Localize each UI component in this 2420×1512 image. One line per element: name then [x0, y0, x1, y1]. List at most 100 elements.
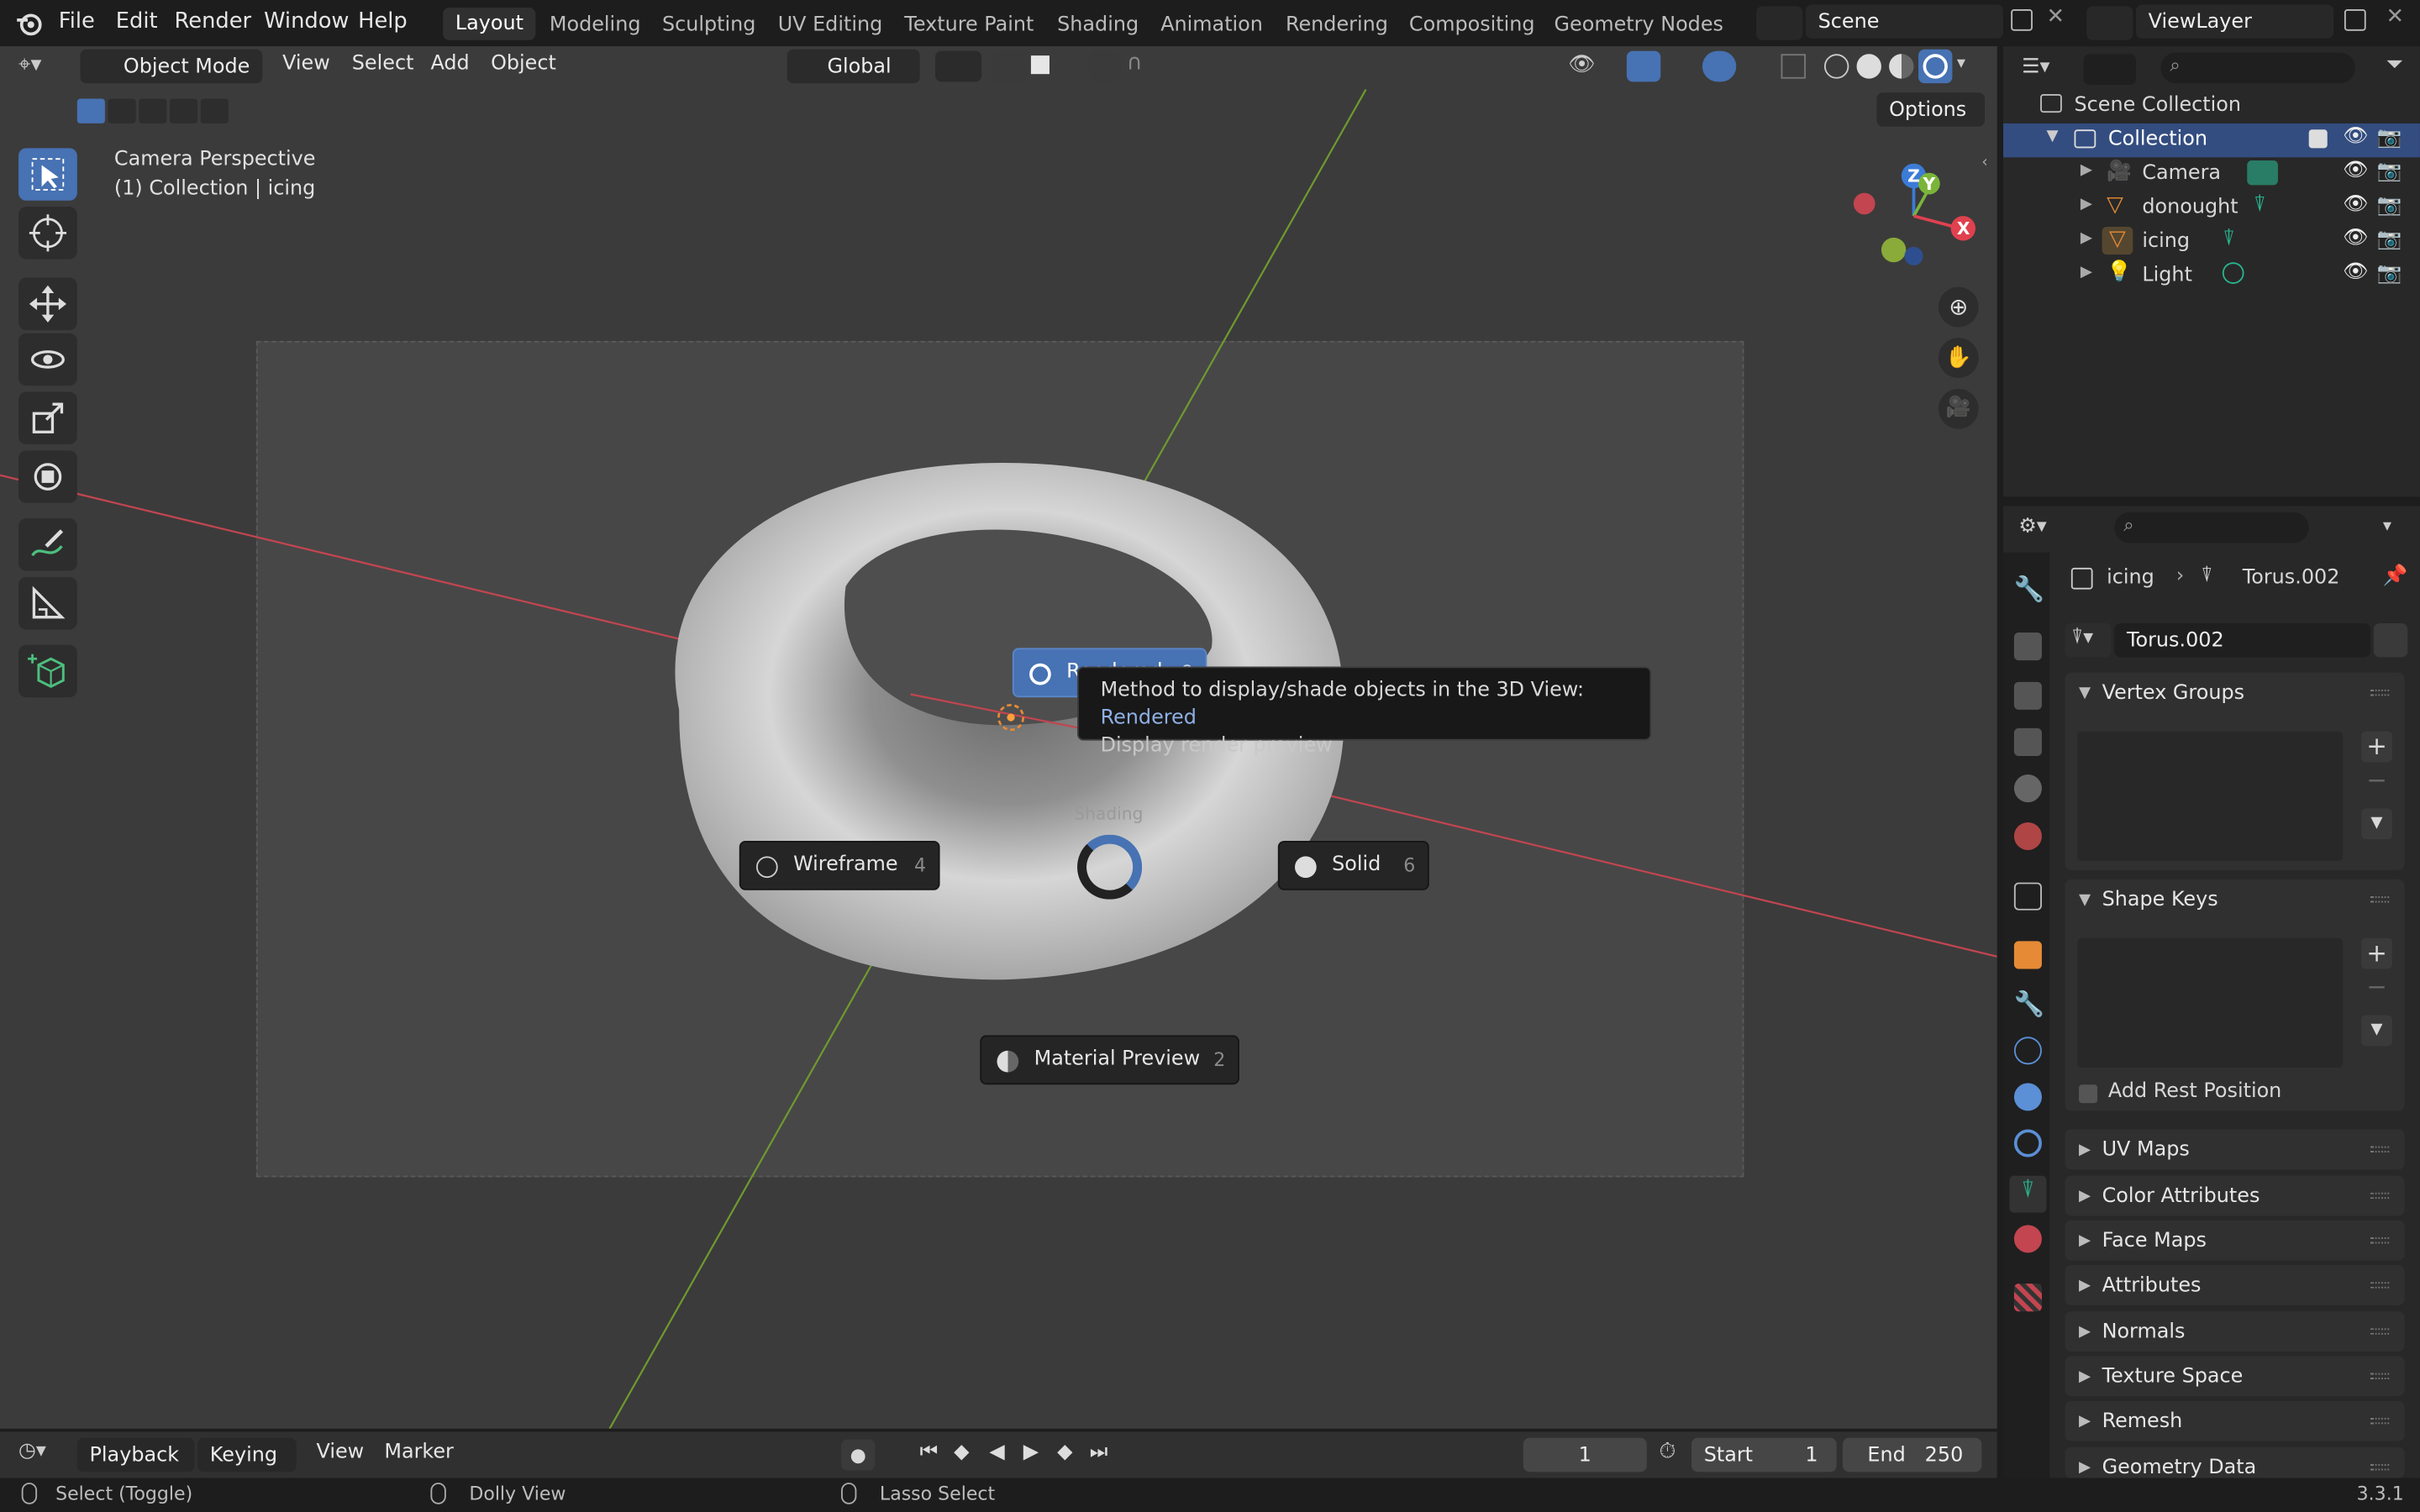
- modifier-wrench-icon[interactable]: 🔧: [2014, 989, 2045, 1018]
- tab-shading[interactable]: Shading: [1057, 14, 1139, 38]
- outliner-collection-row[interactable]: ▼ Collection 👁 📷: [2003, 123, 2420, 158]
- view-layer-tab-icon[interactable]: [2013, 727, 2042, 756]
- mesh-name-field[interactable]: Torus.002: [2114, 623, 2371, 658]
- tab-geometry-nodes[interactable]: Geometry Nodes: [1555, 14, 1723, 38]
- collection-tab-icon[interactable]: [2013, 882, 2042, 911]
- menu-file[interactable]: File: [59, 9, 95, 34]
- tab-texture-paint[interactable]: Texture Paint: [904, 14, 1034, 38]
- expand-arrow-icon[interactable]: ▶: [2081, 264, 2092, 281]
- scene-browse-icon[interactable]: [1756, 6, 1803, 40]
- play-reverse-icon[interactable]: ◀: [989, 1441, 1004, 1464]
- pie-item-material-preview[interactable]: Material Preview 2: [980, 1035, 1239, 1085]
- tab-uv-editing[interactable]: UV Editing: [778, 14, 883, 38]
- expand-arrow-icon[interactable]: ▶: [2081, 162, 2092, 179]
- add-cube-tool[interactable]: [18, 644, 77, 698]
- camera-render-icon[interactable]: 📷: [2377, 127, 2402, 150]
- scene-tab-icon[interactable]: [2013, 774, 2042, 803]
- tab-compositing[interactable]: Compositing: [1409, 14, 1535, 38]
- new-view-layer-icon[interactable]: [2344, 9, 2366, 31]
- texture-tab-icon[interactable]: [2013, 1284, 2042, 1312]
- expand-arrow-icon[interactable]: ▼: [2046, 128, 2058, 144]
- camera-data-icon[interactable]: [2247, 160, 2278, 186]
- navigation-gizmo[interactable]: Z Y X: [1846, 155, 1985, 278]
- rotate-tool[interactable]: [18, 333, 77, 386]
- outliner-scene-collection[interactable]: Scene Collection: [2003, 90, 2420, 123]
- object-tab-icon[interactable]: [2013, 941, 2042, 969]
- eye-icon[interactable]: 👁: [2343, 193, 2368, 217]
- record-icon[interactable]: ●: [841, 1439, 876, 1471]
- scale-tool[interactable]: [18, 391, 77, 444]
- camera-render-icon[interactable]: 📷: [2377, 194, 2402, 218]
- play-icon[interactable]: ▶: [1023, 1441, 1039, 1464]
- move-tool[interactable]: [18, 277, 77, 331]
- tab-animation[interactable]: Animation: [1160, 14, 1263, 38]
- constraints-tab-icon[interactable]: [2013, 1129, 2042, 1158]
- menu-help[interactable]: Help: [358, 9, 408, 34]
- transform-tool[interactable]: [18, 450, 77, 503]
- material-tab-icon[interactable]: [2013, 1225, 2042, 1253]
- mesh-browse-icon[interactable]: ⍒▾: [2065, 623, 2112, 658]
- start-frame-field[interactable]: Start 1: [1691, 1437, 1837, 1473]
- pin-icon[interactable]: 📌: [2383, 564, 2408, 588]
- pie-item-solid[interactable]: Solid 6: [1277, 841, 1429, 890]
- pie-item-wireframe[interactable]: Wireframe 4: [739, 841, 940, 890]
- chevron-down-icon[interactable]: ▾: [2383, 515, 2391, 535]
- prev-keyframe-icon[interactable]: ◆: [954, 1441, 969, 1464]
- zoom-icon[interactable]: ⊕: [1938, 286, 1979, 328]
- light-data-icon[interactable]: [2222, 262, 2244, 284]
- playback-dropdown[interactable]: Playback: [76, 1437, 195, 1473]
- camera-render-icon[interactable]: 📷: [2377, 262, 2402, 286]
- tool-tab-icon[interactable]: 🔧: [2014, 574, 2045, 603]
- close-icon[interactable]: ✕: [2386, 5, 2405, 29]
- properties-editor-icon[interactable]: ⚙▾: [2018, 515, 2046, 538]
- annotate-tool[interactable]: [18, 518, 77, 571]
- filter-icon[interactable]: ⏷: [2386, 52, 2404, 76]
- new-scene-icon[interactable]: [2011, 9, 2033, 31]
- 3d-viewport[interactable]: ⌖▾ Object Mode View Select Add Object Gl…: [0, 46, 1997, 1429]
- scene-name-field[interactable]: Scene: [1805, 4, 2004, 39]
- outliner-item-donought[interactable]: ▶ ▽ donought ⍒ 👁 📷: [2003, 192, 2420, 225]
- keying-dropdown[interactable]: Keying: [197, 1437, 297, 1473]
- camera-view-icon[interactable]: 🎥: [1938, 388, 1979, 429]
- close-icon[interactable]: ✕: [2046, 5, 2065, 29]
- next-keyframe-icon[interactable]: ◆: [1057, 1441, 1072, 1464]
- outliner-item-light[interactable]: ▶ 💡 Light 👁 📷: [2003, 260, 2420, 293]
- view-layer-field[interactable]: ViewLayer: [2135, 4, 2334, 39]
- measure-tool[interactable]: [18, 576, 77, 630]
- physics-tab-icon[interactable]: [2013, 1083, 2042, 1111]
- mesh-data-icon[interactable]: ⍒: [2254, 193, 2266, 218]
- display-mode-icon[interactable]: [2083, 54, 2136, 86]
- camera-render-icon[interactable]: 📷: [2377, 228, 2402, 252]
- select-box-tool[interactable]: [18, 148, 77, 201]
- jump-end-icon[interactable]: ⏭: [1090, 1441, 1107, 1464]
- mesh-data-tab-icon[interactable]: ⍒: [2009, 1175, 2047, 1213]
- outliner-item-icing[interactable]: ▶ ▽ icing ⍒ 👁 📷: [2003, 225, 2420, 259]
- blender-logo-icon[interactable]: [15, 9, 43, 37]
- collapse-sidebar-icon[interactable]: ‹: [1981, 155, 1987, 171]
- jump-start-icon[interactable]: ⏮: [920, 1441, 938, 1464]
- camera-render-icon[interactable]: 📷: [2377, 160, 2402, 184]
- fake-user-shield-icon[interactable]: [2373, 623, 2408, 658]
- tab-layout[interactable]: Layout: [443, 8, 536, 40]
- cursor-tool[interactable]: [18, 207, 77, 260]
- tab-modeling[interactable]: Modeling: [550, 14, 641, 38]
- checkbox-icon[interactable]: [2308, 129, 2328, 149]
- menu-edit[interactable]: Edit: [116, 9, 158, 34]
- particles-tab-icon[interactable]: [2013, 1037, 2042, 1065]
- menu-window[interactable]: Window: [264, 9, 349, 34]
- mesh-data-icon[interactable]: ⍒: [2223, 227, 2235, 251]
- timeline-editor-icon[interactable]: ◷▾: [18, 1440, 46, 1463]
- search-input[interactable]: ⌕: [2114, 512, 2309, 543]
- eye-icon[interactable]: 👁: [2343, 227, 2368, 250]
- outliner-editor-icon[interactable]: ☰▾: [2022, 55, 2049, 79]
- eye-icon[interactable]: 👁: [2343, 260, 2368, 284]
- end-frame-field[interactable]: End 250: [1843, 1437, 1982, 1473]
- current-frame-field[interactable]: 1: [1523, 1437, 1647, 1473]
- timeline-menu-view[interactable]: View: [317, 1441, 365, 1464]
- outliner-item-camera[interactable]: ▶ 🎥 Camera 👁 📷: [2003, 157, 2420, 191]
- view-layer-browse-icon[interactable]: [2086, 6, 2133, 40]
- output-tab-icon[interactable]: [2013, 681, 2042, 710]
- expand-arrow-icon[interactable]: ▶: [2081, 230, 2092, 247]
- tab-sculpting[interactable]: Sculpting: [662, 14, 755, 38]
- search-input[interactable]: ⌕: [2160, 52, 2355, 84]
